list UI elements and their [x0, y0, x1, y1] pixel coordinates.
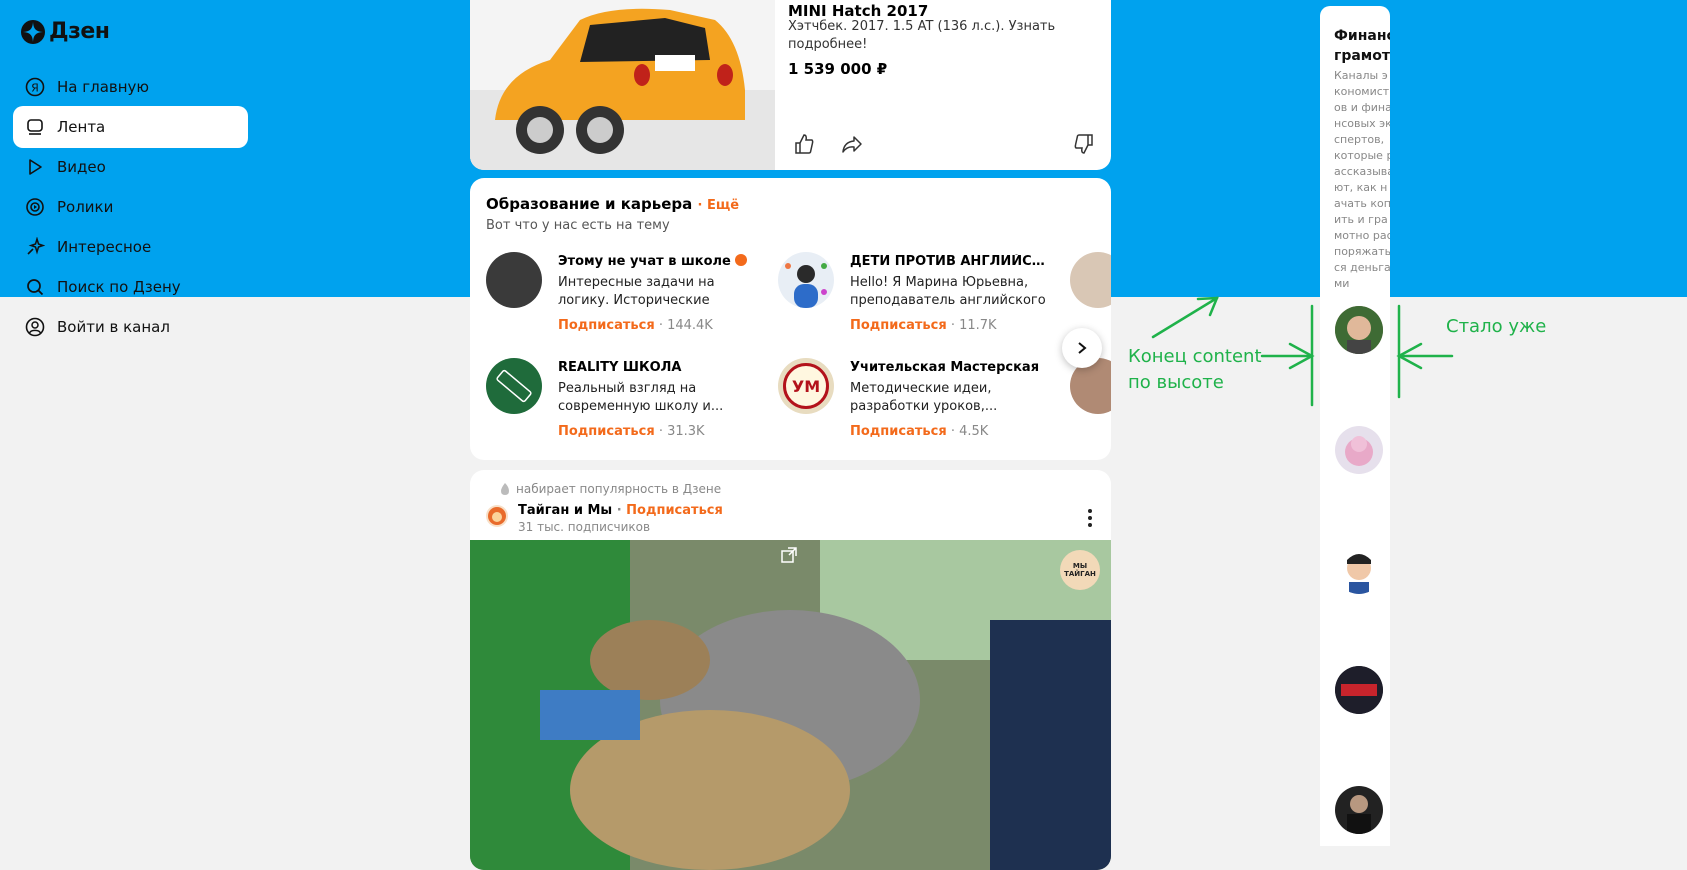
play-icon	[23, 155, 47, 179]
author-avatar[interactable]	[486, 505, 508, 527]
channel-avatar[interactable]	[1335, 546, 1383, 594]
more-link[interactable]: Ещё	[707, 198, 739, 213]
channel-avatar[interactable]	[1335, 306, 1383, 354]
car-image[interactable]	[470, 0, 775, 170]
trending-label: набирает популярность в Дзене	[516, 482, 722, 496]
yandex-icon: Я	[23, 75, 47, 99]
dislike-button[interactable]	[1070, 130, 1098, 158]
channel-avatar[interactable]: УМ	[778, 358, 834, 414]
sidebar-item-label: Войти в канал	[57, 318, 170, 336]
channel-card[interactable]: REALITY ШКОЛА Реальный взгляд на совреме…	[486, 358, 766, 448]
sidebar-item-shorts[interactable]: Ролики	[13, 186, 248, 228]
channel-avatar-partial[interactable]	[1070, 252, 1111, 308]
carousel-next-button[interactable]	[1062, 328, 1102, 368]
channel-description: Hello! Я Марина Юрьевна, преподаватель а…	[850, 275, 1046, 308]
channel-card[interactable]: УМ Учительская Мастерская Методические и…	[778, 358, 1058, 448]
sidebar-item-login[interactable]: Войти в канал	[13, 306, 248, 348]
like-button[interactable]	[790, 130, 818, 158]
thumb-down-icon	[1074, 134, 1093, 154]
section-title-text: Образование и карьера	[486, 195, 693, 213]
chevron-right-icon	[1078, 342, 1087, 354]
svg-text:Я: Я	[31, 82, 39, 95]
dzen-star-icon	[21, 19, 45, 44]
channel-name[interactable]: Учительская Мастерская	[850, 360, 1055, 375]
panel-title: Финансовая грамотность	[1334, 28, 1390, 64]
channel-card[interactable]: Этому не учат в школе Интересные задачи …	[486, 252, 766, 342]
verified-icon	[734, 254, 747, 266]
channel-watermark: МЫ ТАЙГАН	[1060, 550, 1100, 590]
annotation-narrower: Стало уже	[1446, 316, 1547, 337]
sidebar-item-label: Ролики	[57, 198, 114, 216]
sidebar-item-home[interactable]: Я На главную	[13, 66, 248, 108]
channel-avatar[interactable]	[778, 252, 834, 308]
channel-avatar[interactable]	[486, 358, 542, 414]
sparkle-icon	[23, 235, 47, 259]
follower-count: 31 тыс. подписчиков	[518, 520, 651, 534]
share-button[interactable]	[838, 130, 866, 158]
flame-icon	[501, 483, 509, 495]
post-video[interactable]: МЫ ТАЙГАН	[470, 540, 1111, 870]
sidebar-item-label: Интересное	[57, 238, 152, 256]
avatar-monogram: УМ	[783, 363, 829, 409]
sidebar-item-interesting[interactable]: Интересное	[13, 226, 248, 268]
sidebar-item-label: Лента	[57, 118, 106, 136]
subscribe-button[interactable]: Подписаться	[558, 318, 655, 333]
sidebar-item-search[interactable]: Поиск по Дзену	[13, 266, 248, 308]
ad-description: Хэтчбек. 2017. 1.5 AT (136 л.с.). Узнать…	[788, 19, 1056, 52]
channel-avatar[interactable]	[1335, 426, 1383, 474]
search-icon	[23, 275, 47, 299]
subscriber-count: · 4.5K	[950, 424, 989, 439]
education-card: Образование и карьера · Ещё Вот что у на…	[470, 178, 1111, 460]
channel-name[interactable]: REALITY ШКОЛА	[558, 360, 763, 375]
channel-description: Интересные задачи на логику. Исторически…	[558, 275, 715, 308]
subscribe-button[interactable]: Подписаться	[850, 318, 947, 333]
sidebar-item-label: Поиск по Дзену	[57, 278, 181, 296]
post-card: набирает популярность в Дзене Тайган и М…	[470, 470, 1111, 870]
sidebar-item-label: Видео	[57, 158, 106, 176]
sidebar-item-label: На главную	[57, 78, 150, 96]
author-name[interactable]: Тайган и Мы	[518, 503, 612, 518]
feed-icon	[23, 115, 47, 139]
ad-price: 1 539 000 ₽	[788, 60, 888, 78]
channel-avatar[interactable]	[1335, 666, 1383, 714]
subscribe-button[interactable]: Подписаться	[850, 424, 947, 439]
channel-avatar[interactable]	[1335, 786, 1383, 834]
thumb-up-icon	[795, 134, 814, 154]
more-options-button[interactable]	[1080, 506, 1100, 530]
ad-card[interactable]: MINI Hatch 2017 Хэтчбек. 2017. 1.5 AT (1…	[470, 0, 1111, 170]
subscribe-button[interactable]: Подписаться	[626, 503, 723, 518]
sidebar-item-feed[interactable]: Лента	[13, 106, 248, 148]
sidebar-item-video[interactable]: Видео	[13, 146, 248, 188]
panel-description: Каналы экономистов и финансовых эксперто…	[1334, 69, 1390, 290]
channel-name[interactable]: Этому не учат в школе	[558, 254, 731, 269]
channel-description: Методические идеи, разработки уроков,...	[850, 381, 998, 414]
channel-card[interactable]: ДЕТИ ПРОТИВ АНГЛИЙСК... Hello! Я Марина …	[778, 252, 1058, 342]
user-icon	[23, 315, 47, 339]
channel-avatar[interactable]	[486, 252, 542, 308]
dzen-logo[interactable]: Дзен	[21, 19, 110, 44]
shorts-icon	[23, 195, 47, 219]
share-arrow-icon	[842, 136, 862, 153]
subscriber-count: · 31.3K	[658, 424, 705, 439]
section-subtitle: Вот что у нас есть на тему	[486, 218, 670, 233]
right-panel: Финансовая грамотность Каналы экономисто…	[1320, 6, 1390, 846]
subscriber-count: · 144.4K	[658, 318, 713, 333]
subscribe-button[interactable]: Подписаться	[558, 424, 655, 439]
annotation-content-height: Конец content по высоте	[1128, 346, 1262, 393]
open-external-icon[interactable]	[780, 546, 798, 568]
section-title: Образование и карьера · Ещё	[486, 195, 740, 213]
subscriber-count: · 11.7K	[950, 318, 997, 333]
channel-description: Реальный взгляд на современную школу и..…	[558, 381, 724, 414]
channel-name[interactable]: ДЕТИ ПРОТИВ АНГЛИЙСК...	[850, 254, 1055, 269]
logo-text: Дзен	[49, 19, 110, 44]
